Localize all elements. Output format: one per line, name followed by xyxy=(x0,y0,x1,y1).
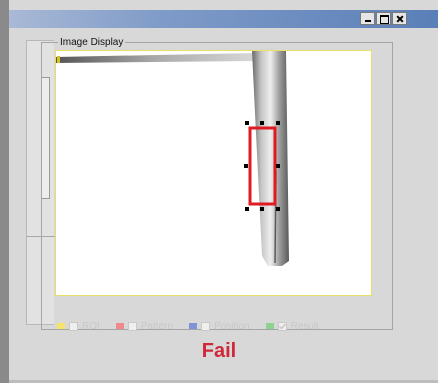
legend-result[interactable]: Result xyxy=(265,320,319,332)
fixture-bar xyxy=(56,53,256,63)
status-text: Fail xyxy=(201,340,237,362)
legend-pattern[interactable]: Pattern xyxy=(115,320,174,332)
pattern-label: Pattern xyxy=(140,320,174,332)
close-icon[interactable] xyxy=(392,12,407,25)
result-label: Result xyxy=(290,320,319,332)
window-controls xyxy=(360,12,407,26)
roi-label: ROI xyxy=(82,320,100,332)
check-icon xyxy=(278,323,286,330)
rod xyxy=(252,51,289,266)
pattern-swatch xyxy=(115,323,124,329)
camera-image xyxy=(56,51,289,266)
minimize-icon[interactable] xyxy=(360,12,375,25)
image-display-canvas[interactable] xyxy=(55,50,372,296)
image-display-label: Image Display xyxy=(58,37,126,48)
position-swatch xyxy=(189,323,198,329)
roi-swatch xyxy=(57,323,65,329)
result-checkbox[interactable] xyxy=(277,321,287,331)
legend-roi[interactable]: ROI xyxy=(57,321,100,332)
position-checkbox[interactable] xyxy=(201,321,211,331)
maximize-icon[interactable] xyxy=(376,12,391,25)
overlay-legend: ROI Pattern Position Result xyxy=(57,319,331,333)
legend-position[interactable]: Position xyxy=(189,321,250,332)
roi-checkbox[interactable] xyxy=(69,321,78,331)
marker xyxy=(57,56,60,63)
pattern-checkbox[interactable] xyxy=(127,321,137,331)
result-swatch xyxy=(265,323,274,329)
left-edge-bar xyxy=(0,0,9,383)
position-label: Position xyxy=(214,320,250,332)
